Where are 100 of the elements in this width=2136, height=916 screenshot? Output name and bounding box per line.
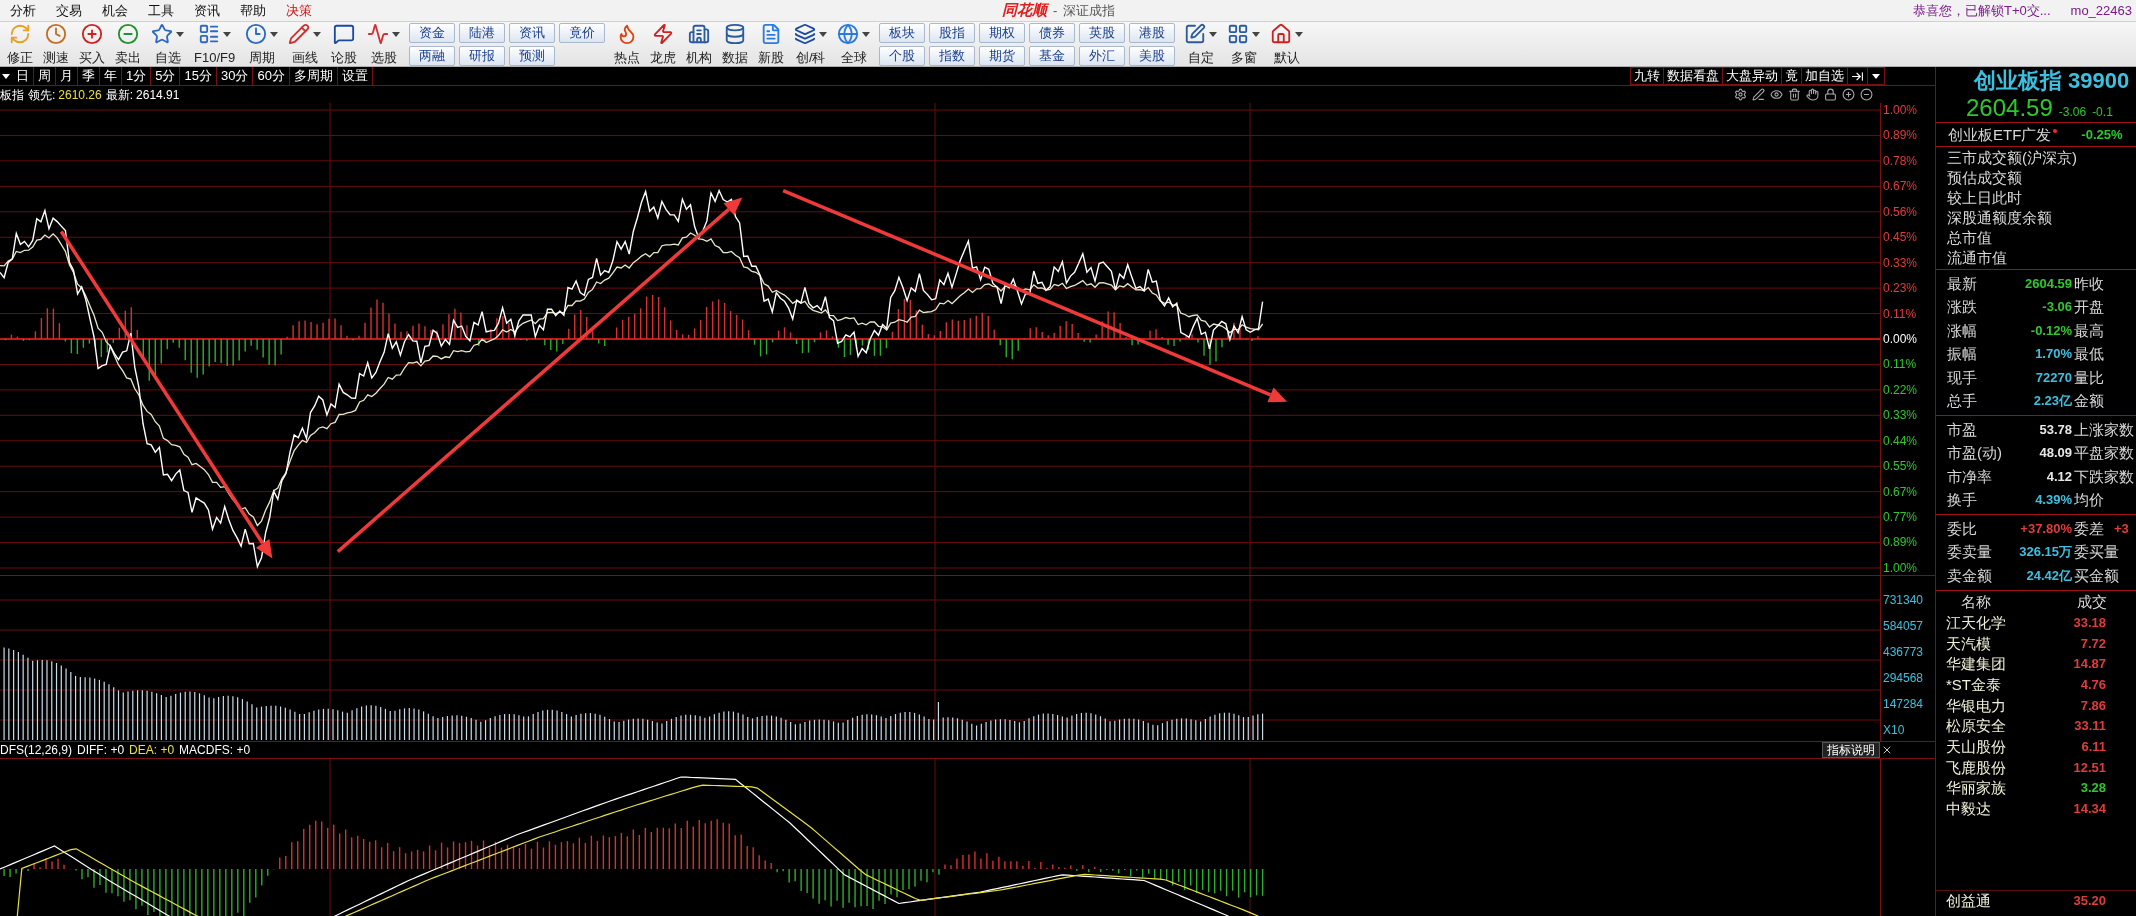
axis-label: 0.33% [1882,255,1919,270]
quick-button[interactable]: 预测 [509,45,556,66]
grid-icon [1227,23,1250,45]
quick-button[interactable]: 两融 [409,45,456,66]
toolbar-button[interactable]: 机构 [681,22,718,66]
stock-name[interactable]: *ST金泰 [1946,674,2056,695]
menu-item[interactable]: 决策 [276,0,322,21]
chart-tool-tab[interactable]: 加自选 [1802,68,1848,84]
period-tab[interactable]: 5分 [151,67,181,85]
quick-button[interactable]: 美股 [1129,45,1176,66]
quick-button[interactable]: 英股 [1079,22,1126,43]
quick-button[interactable]: 债券 [1029,22,1076,43]
axis-label: 0.00% [1882,331,1919,346]
period-tab[interactable]: 季 [78,67,100,85]
stock-name[interactable]: 创益通 [1946,890,2056,911]
stock-name[interactable]: 华银电力 [1946,695,2056,716]
stock-name[interactable]: 天山股份 [1946,736,2056,757]
toolbar-button[interactable]: 买入 [74,22,110,66]
quick-button[interactable]: 个股 [879,45,926,66]
stock-name[interactable]: 华丽家族 [1946,778,2056,799]
lock-icon[interactable] [1824,88,1837,101]
period-tab[interactable]: 日 [12,67,34,85]
period-tab[interactable]: 设置 [337,67,373,85]
toolbar-button[interactable]: 卖出 [110,22,146,66]
lead-label: 领先: [28,86,56,104]
quote-value: 2.23亿 [2032,392,2072,411]
zoom-out-icon[interactable] [1860,88,1873,101]
toolbar-button[interactable]: 画线 [283,22,327,66]
stock-name[interactable]: 松原安全 [1946,716,2056,737]
toolbar-button[interactable]: 全球 [832,22,876,66]
quick-button[interactable]: 板块 [879,22,926,43]
toolbar-button[interactable]: 自定 [1179,22,1223,66]
dropdown-icon[interactable] [1872,73,1880,79]
period-tab[interactable]: 15分 [180,67,217,85]
stock-price: 14.34 [2072,800,2106,819]
pen-icon[interactable] [1752,88,1765,101]
toolbar-button[interactable]: 热点 [609,22,646,66]
close-icon[interactable] [1881,744,1893,756]
period-tab[interactable]: 30分 [216,67,254,85]
settings-icon[interactable] [1734,88,1747,101]
hand-icon[interactable] [1806,88,1819,101]
stock-name[interactable]: 江天化学 [1946,612,2056,633]
period-tab[interactable]: 60分 [253,67,290,85]
toolbar-button[interactable]: 数据 [717,22,754,66]
menu-item[interactable]: 交易 [46,0,92,21]
toolbar-button[interactable]: F10/F9 [189,22,241,66]
dropdown-icon[interactable] [2,73,10,79]
stock-name[interactable]: 天汽模 [1946,633,2056,654]
quick-button[interactable]: 研报 [459,45,506,66]
stat-label: 较上日此时 [1946,188,2023,208]
stock-name[interactable]: 中毅达 [1946,799,2056,820]
toolbar-button[interactable]: 创/科 [789,22,833,66]
indicator-help-button[interactable]: 指标说明 [1822,742,1880,758]
period-tab[interactable]: 年 [100,67,122,85]
stock-name[interactable]: 华建集团 [1946,654,2056,675]
quick-button[interactable]: 竟价 [559,22,606,43]
column-header: 名称 [1960,591,1992,612]
menu-item[interactable]: 资讯 [184,0,230,21]
quick-button[interactable]: 股指 [929,22,976,43]
zoom-in-icon[interactable] [1842,88,1855,101]
toolbar-button[interactable]: 论股 [326,22,363,66]
chart-tool-tab[interactable]: 竟 [1782,68,1802,84]
toolbar-button[interactable]: 选股 [362,22,406,66]
toolbar-button[interactable]: 测速 [38,22,74,66]
building-icon [688,23,711,45]
quick-button[interactable]: 基金 [1029,45,1076,66]
chart-tool-tab[interactable]: 数据看盘 [1664,68,1723,84]
quick-button[interactable]: 期权 [979,22,1026,43]
toolbar-button[interactable]: 周期 [240,22,284,66]
indicator-name: DFS(12,26,9) [0,742,73,759]
chart-tool-tab[interactable]: 九转 [1631,68,1664,84]
quick-button[interactable]: 期货 [979,45,1026,66]
toolbar-button[interactable]: 默认 [1265,22,1309,66]
eye-icon[interactable] [1770,88,1783,101]
quick-button[interactable]: 陆港 [459,22,506,43]
quick-button[interactable]: 资讯 [509,22,556,43]
quick-button[interactable]: 资金 [409,22,456,43]
period-tab[interactable]: 月 [56,67,78,85]
chart-tool-tab[interactable]: 大盘异动 [1723,68,1782,84]
stock-price: 12.51 [2072,758,2106,777]
axis-label: 147284 [1882,697,1925,711]
chat-icon [333,23,356,45]
period-tab[interactable]: 1分 [122,67,152,85]
toolbar-button[interactable]: 新股 [753,22,790,66]
stock-name[interactable]: 飞鹿股份 [1946,757,2056,778]
trash-icon[interactable] [1788,88,1801,101]
quick-button[interactable]: 指数 [929,45,976,66]
menu-item[interactable]: 分析 [0,0,46,21]
period-tab[interactable]: 周 [34,67,56,85]
menu-item[interactable]: 机会 [92,0,138,21]
period-tab[interactable]: 多周期 [289,67,338,85]
toolbar-button[interactable]: 自选 [146,22,189,66]
menu-item[interactable]: 帮助 [230,0,276,21]
caret-icon [862,31,871,37]
quick-button[interactable]: 港股 [1129,22,1176,43]
menu-item[interactable]: 工具 [138,0,184,21]
toolbar-button[interactable]: 修正 [2,22,38,66]
toolbar-button[interactable]: 多窗 [1222,22,1266,66]
quick-button[interactable]: 外汇 [1079,45,1126,66]
toolbar-button[interactable]: 龙虎 [645,22,682,66]
